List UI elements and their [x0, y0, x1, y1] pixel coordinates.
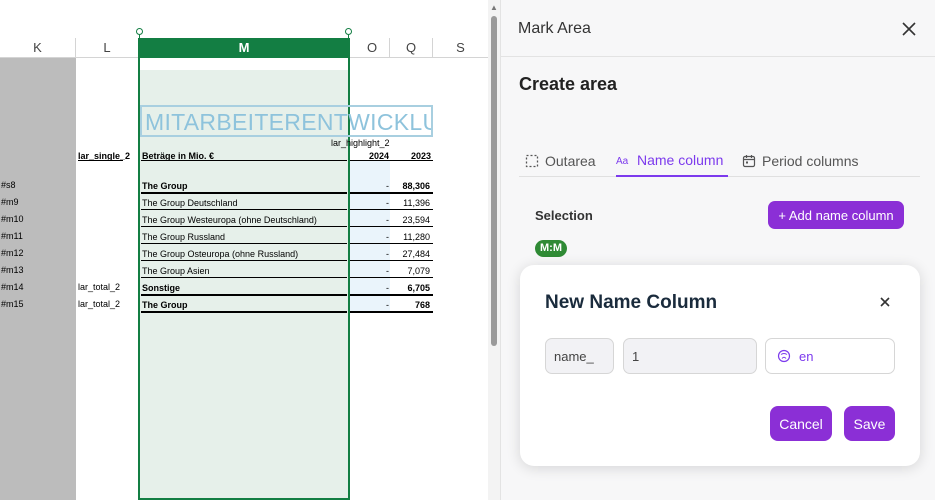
tab-name-column-label: Name column: [637, 152, 724, 168]
tab-outarea[interactable]: Outarea: [525, 145, 596, 177]
title-cell[interactable]: MITARBEITERENTWICKLU: [140, 105, 433, 137]
selection-handle-right[interactable]: [345, 28, 352, 35]
selection-badge[interactable]: M:M: [535, 240, 567, 257]
row-value-2023[interactable]: 11,280: [392, 232, 430, 242]
column-k-cells: [0, 58, 76, 500]
panel-title: Mark Area: [518, 20, 591, 37]
row-value-2023[interactable]: 768: [392, 300, 430, 310]
selection-label: Selection: [535, 208, 593, 223]
name-number-input[interactable]: [623, 338, 757, 374]
row-divider: [141, 192, 347, 194]
row-divider-right: [350, 277, 433, 278]
row-value-2024[interactable]: -: [360, 181, 389, 191]
tab-period-columns[interactable]: Period columns: [742, 145, 859, 177]
selection-handle-left[interactable]: [136, 28, 143, 35]
row-value-2024[interactable]: -: [360, 232, 389, 242]
row-divider: [141, 243, 347, 244]
handle-stem-left: [139, 35, 140, 39]
row-value-2024[interactable]: -: [360, 283, 389, 293]
row-id: #m15: [1, 299, 24, 309]
spreadsheet[interactable]: K L M O Q S MITARBEITERENTWICKLU lar_hig…: [0, 0, 488, 500]
row-id: #s8: [1, 180, 16, 190]
row-value-2024[interactable]: -: [360, 249, 389, 259]
new-name-column-dialog: New Name Column en Cancel Save: [520, 265, 920, 466]
row-label[interactable]: The Group Asien: [142, 266, 210, 276]
scrollbar-thumb[interactable]: [491, 16, 497, 346]
row-divider-right: [350, 243, 433, 244]
row-value-2024[interactable]: -: [360, 300, 389, 310]
row-divider: [141, 277, 347, 278]
highlight-label: lar_highlight_2: [331, 138, 390, 148]
row-divider-right: [350, 294, 433, 296]
save-button[interactable]: Save: [844, 406, 895, 441]
row-divider: [141, 226, 347, 227]
row-k-label: lar_total_2: [78, 299, 121, 309]
row-value-2023[interactable]: 27,484: [392, 249, 430, 259]
row-id: #m11: [1, 231, 23, 241]
column-header-q[interactable]: Q: [390, 38, 433, 58]
title-text: MITARBEITERENTWICKLU: [145, 109, 433, 135]
row-id: #m14: [1, 282, 24, 292]
name-prefix-input[interactable]: [545, 338, 614, 374]
header-underline-left: [78, 160, 123, 161]
column-header-s[interactable]: S: [433, 38, 488, 58]
row-label[interactable]: The Group: [142, 300, 188, 310]
dialog-title: New Name Column: [545, 292, 718, 313]
row-divider-right: [350, 226, 433, 227]
row-label[interactable]: The Group: [142, 181, 188, 191]
row-divider: [141, 294, 347, 296]
row-value-2023[interactable]: 11,396: [392, 198, 430, 208]
vertical-scrollbar[interactable]: ▲: [488, 0, 500, 500]
row-id: #m13: [1, 265, 24, 275]
header-underline-right: [350, 160, 433, 161]
text-aa-icon: Aa: [616, 156, 629, 166]
cancel-button[interactable]: Cancel: [770, 406, 832, 441]
language-value: en: [799, 348, 814, 364]
language-icon: [777, 349, 791, 363]
tab-outarea-label: Outarea: [545, 153, 596, 169]
row-value-2023[interactable]: 23,594: [392, 215, 430, 225]
row-id: #m12: [1, 248, 24, 258]
mark-area-panel: Mark Area Create area Outarea Aa Name co…: [500, 0, 935, 500]
add-name-column-button[interactable]: + Add name column: [768, 201, 904, 229]
row-label[interactable]: The Group Deutschland: [142, 198, 238, 208]
column-header-k[interactable]: K: [0, 38, 76, 58]
row-value-2024[interactable]: -: [360, 266, 389, 276]
row-divider-right: [350, 260, 433, 261]
row-divider: [141, 311, 347, 313]
calendar-icon: [742, 155, 756, 168]
row-divider: [141, 260, 347, 261]
svg-text:Aa: Aa: [616, 156, 629, 166]
row-label[interactable]: The Group Westeuropa (ohne Deutschland): [142, 215, 317, 225]
row-divider-right: [350, 192, 433, 194]
panel-header: Mark Area: [501, 0, 935, 57]
row-id: #m10: [1, 214, 24, 224]
row-label[interactable]: Sonstige: [142, 283, 180, 293]
column-header-l[interactable]: L: [76, 38, 139, 58]
tab-period-columns-label: Period columns: [762, 153, 859, 169]
handle-stem-right: [348, 35, 349, 39]
row-label[interactable]: The Group Russland: [142, 232, 225, 242]
row-value-2024[interactable]: -: [360, 198, 389, 208]
dialog-close-icon[interactable]: [878, 295, 892, 309]
tab-bar: Outarea Aa Name column Period columns: [519, 145, 920, 177]
row-k-label: lar_total_2: [78, 282, 121, 292]
row-divider-right: [350, 311, 433, 313]
close-icon[interactable]: [900, 20, 918, 38]
row-value-2024[interactable]: -: [360, 215, 389, 225]
row-value-2023[interactable]: 7,079: [392, 266, 430, 276]
row-divider: [141, 209, 347, 210]
row-value-2023[interactable]: 88,306: [392, 181, 430, 191]
row-divider-right: [350, 209, 433, 210]
header-underline: [141, 160, 347, 161]
create-area-title: Create area: [519, 74, 618, 94]
row-label[interactable]: The Group Osteuropa (ohne Russland): [142, 249, 298, 259]
scroll-up-icon[interactable]: ▲: [490, 3, 498, 12]
dashed-square-icon: [525, 154, 539, 168]
language-select[interactable]: en: [765, 338, 895, 374]
tab-name-column[interactable]: Aa Name column: [616, 145, 728, 177]
row-id: #m9: [1, 197, 19, 207]
column-header-o[interactable]: O: [355, 38, 390, 58]
row-value-2023[interactable]: 6,705: [392, 283, 430, 293]
